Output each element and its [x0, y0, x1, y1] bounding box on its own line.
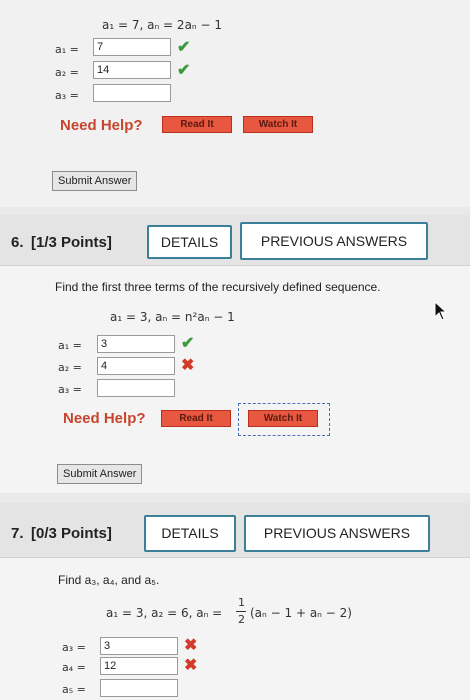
q7-a4-label: a₄ = [62, 661, 86, 674]
previous-answers-button[interactable]: PREVIOUS ANSWERS [240, 222, 428, 260]
q6-a3-input[interactable] [97, 379, 175, 397]
question-5-panel: a₁ = 7, aₙ = 2aₙ − 1 a₁ = 7 ✔ a₂ = 14 ✔ … [0, 0, 470, 207]
q6-prompt: Find the first three terms of the recurs… [55, 280, 381, 294]
need-help-label: Need Help? [60, 117, 143, 134]
q5-a2-input[interactable]: 14 [93, 61, 171, 79]
q7-a5-label: a₅ = [62, 683, 86, 696]
need-help-label: Need Help? [63, 410, 146, 427]
cross-icon: ✖ [184, 637, 198, 654]
q7-fraction-numerator: 1 [238, 596, 245, 609]
q5-a1-input[interactable]: 7 [93, 38, 171, 56]
q7-a5-input[interactable] [100, 679, 178, 697]
read-it-button[interactable]: Read It [161, 410, 231, 427]
details-button[interactable]: DETAILS [147, 225, 232, 259]
submit-answer-button[interactable]: Submit Answer [57, 464, 143, 484]
check-icon: ✔ [181, 335, 195, 352]
read-it-button[interactable]: Read It [162, 116, 232, 133]
watch-it-button[interactable]: Watch It [243, 116, 313, 133]
previous-answers-button[interactable]: PREVIOUS ANSWERS [244, 515, 430, 552]
q6-formula: a₁ = 3, aₙ = n²aₙ − 1 [110, 310, 235, 324]
q5-a3-label: a₃ = [55, 89, 79, 102]
mouse-cursor-icon [434, 301, 448, 321]
q7-fraction-denominator: 2 [238, 613, 245, 626]
submit-answer-button[interactable]: Submit Answer [52, 171, 138, 191]
watch-it-button[interactable]: Watch It [248, 410, 318, 427]
q6-number: 6. [11, 234, 24, 251]
q6-points: [1/3 Points] [31, 234, 112, 251]
question-7-panel: 7. [0/3 Points] DETAILS PREVIOUS ANSWERS… [0, 503, 470, 700]
question-6-panel: 6. [1/3 Points] DETAILS PREVIOUS ANSWERS… [0, 215, 470, 493]
q5-formula: a₁ = 7, aₙ = 2aₙ − 1 [102, 18, 223, 32]
q7-number: 7. [11, 525, 24, 542]
q7-prompt: Find a₃, a₄, and a₅. [58, 573, 160, 587]
check-icon: ✔ [177, 62, 191, 79]
q7-a3-label: a₃ = [62, 641, 86, 654]
q6-a1-input[interactable]: 3 [97, 335, 175, 353]
q6-a2-label: a₂ = [58, 361, 82, 374]
q7-a4-input[interactable]: 12 [100, 657, 178, 675]
fraction-bar [236, 611, 246, 612]
check-icon: ✔ [177, 39, 191, 56]
q5-a2-label: a₂ = [55, 66, 79, 79]
details-button[interactable]: DETAILS [144, 515, 236, 552]
q6-a2-input[interactable]: 4 [97, 357, 175, 375]
q5-a1-label: a₁ = [55, 43, 79, 56]
q7-formula-right: (aₙ − 1 + aₙ − 2) [250, 606, 352, 620]
q6-a1-label: a₁ = [58, 339, 82, 352]
q7-a3-input[interactable]: 3 [100, 637, 178, 655]
cross-icon: ✖ [181, 357, 195, 374]
cross-icon: ✖ [184, 657, 198, 674]
q7-formula-left: a₁ = 3, a₂ = 6, aₙ = [106, 606, 223, 620]
q5-a3-input[interactable] [93, 84, 171, 102]
q7-points: [0/3 Points] [31, 525, 112, 542]
q6-a3-label: a₃ = [58, 383, 82, 396]
